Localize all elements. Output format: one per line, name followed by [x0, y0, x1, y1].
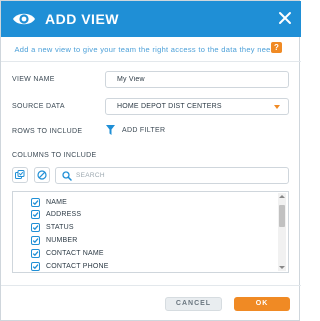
list-item-label: CONTACT NAME [46, 250, 104, 257]
help-icon[interactable]: ? [271, 42, 282, 53]
checkbox[interactable] [31, 198, 40, 207]
search-input[interactable] [76, 168, 276, 183]
list-item-label: CONTACT PHONE [46, 263, 109, 270]
list-item-label: ADDRESS [46, 211, 82, 218]
list-item-label: NUMBER [46, 237, 78, 244]
scroll-up-icon[interactable] [279, 195, 285, 198]
block-icon [37, 170, 47, 180]
checkmark-icon [32, 251, 39, 257]
dialog-header: ADD VIEW [1, 1, 301, 37]
source-data-select[interactable]: HOME DEPOT DIST CENTERS [105, 98, 289, 115]
checkbox[interactable] [31, 223, 40, 232]
view-name-input[interactable] [105, 71, 289, 88]
close-icon[interactable] [278, 11, 292, 25]
checkmark-icon [32, 225, 39, 231]
add-view-dialog: ADD VIEW Add a new view to give your tea… [0, 0, 301, 321]
checkbox[interactable] [31, 236, 40, 245]
deselect-all-button[interactable] [34, 167, 50, 183]
scroll-thumb[interactable] [279, 205, 285, 227]
columns-search[interactable] [55, 167, 289, 184]
source-data-label: SOURCE DATA [12, 103, 65, 110]
scrollbar[interactable] [278, 193, 286, 271]
rows-to-include-label: ROWS TO INCLUDE [12, 128, 83, 135]
select-all-icon [15, 170, 25, 179]
columns-to-include-label: COLUMNS TO INCLUDE [12, 152, 97, 159]
columns-list: NAME ADDRESS STATUS NUMBER CONTACT NAME … [12, 191, 289, 273]
list-item-label: NAME [46, 199, 68, 206]
add-filter-link[interactable]: ADD FILTER [122, 127, 165, 134]
view-name-label: VIEW NAME [12, 76, 55, 83]
cancel-button[interactable]: CANCEL [165, 297, 222, 311]
filter-icon[interactable] [106, 125, 115, 135]
checkbox[interactable] [31, 249, 40, 258]
select-all-button[interactable] [12, 167, 28, 183]
scroll-down-icon[interactable] [279, 266, 285, 269]
source-data-value: HOME DEPOT DIST CENTERS [117, 103, 222, 110]
checkmark-icon [32, 264, 39, 270]
checkmark-icon [32, 238, 39, 244]
divider [1, 61, 301, 62]
checkbox[interactable] [31, 210, 40, 219]
divider [1, 285, 301, 286]
dialog-description: Add a new view to give your team the rig… [14, 45, 278, 54]
checkbox[interactable] [31, 262, 40, 271]
chevron-down-icon [274, 105, 280, 109]
search-icon [62, 171, 72, 181]
list-item-label: STATUS [46, 224, 74, 231]
checkmark-icon [32, 200, 39, 206]
dialog-title: ADD VIEW [45, 11, 119, 27]
ok-button[interactable]: OK [234, 297, 290, 311]
checkmark-icon [32, 212, 39, 218]
eye-logo-icon [13, 13, 35, 25]
